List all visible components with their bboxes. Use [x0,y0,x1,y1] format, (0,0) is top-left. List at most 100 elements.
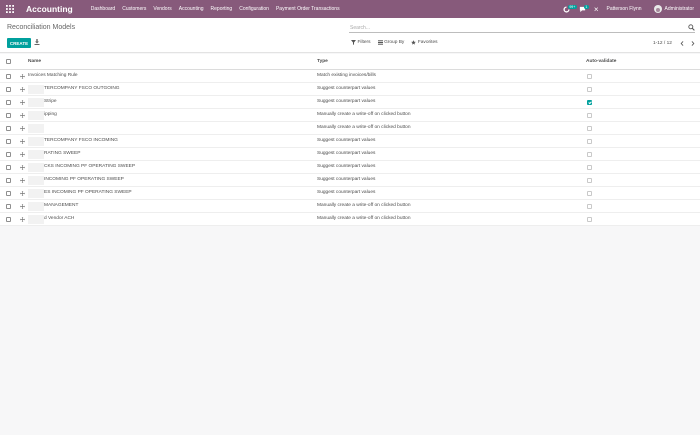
table-row[interactable]: MANAGEMENT Manually create a write-off on… [0,200,700,213]
chat-icon[interactable]: 99+ [562,0,577,18]
menu-customers[interactable]: Customers [122,6,146,12]
cell-type: Manually create a write-off on clicked b… [317,216,411,221]
row-select-checkbox[interactable] [6,152,11,157]
table-row[interactable]: RATING SWEEP Suggest counterpart values [0,148,700,161]
auto-validate-checkbox [587,217,592,222]
drag-handle-icon[interactable] [20,165,25,170]
drag-handle-icon[interactable] [20,126,25,131]
redacted-block [28,111,44,120]
row-select-checkbox[interactable] [6,217,11,222]
chat-badge: 99+ [567,5,577,9]
table-row[interactable]: INCOMING PF OPERATING SWEEP Suggest count… [0,174,700,187]
cell-name: Stripe [44,99,57,104]
search-input[interactable] [350,23,680,32]
table-row[interactable]: TERCOMPANY FSCO INCOMING Suggest counterp… [0,135,700,148]
drag-handle-icon[interactable] [20,204,25,209]
row-select-checkbox[interactable] [6,87,11,92]
column-header-type[interactable]: Type [317,59,328,64]
auto-validate-checkbox [587,139,592,144]
cell-name: TERCOMPANY FSCO OUTGOING [44,86,120,91]
redacted-block [28,98,44,107]
redacted-block [28,215,44,224]
user-menu[interactable]: Administrator [665,6,694,12]
table-row[interactable]: Stripe Suggest counterpart values [0,96,700,109]
pager-value[interactable]: 1-12 / 12 [653,41,672,46]
search-options: Filters Group By Favorites [351,40,445,45]
drag-handle-icon[interactable] [20,100,25,105]
pager: 1-12 / 12 [653,40,700,47]
favorites-button[interactable]: Favorites [411,40,438,45]
row-select-checkbox[interactable] [6,74,11,79]
activity-icon[interactable]: 1 [578,0,589,18]
redacted-block [28,176,44,185]
drag-handle-icon[interactable] [20,87,25,92]
company-switcher[interactable]: Patterson Flynn [607,6,642,12]
pager-next-button[interactable] [689,40,697,47]
row-select-checkbox[interactable] [6,113,11,118]
avatar[interactable] [653,5,662,13]
drag-handle-icon[interactable] [20,152,25,157]
redacted-block [28,85,44,94]
table-row[interactable]: Invoices Matching Rule Match existing inv… [0,70,700,83]
download-icon[interactable] [34,39,40,45]
menu-dashboard[interactable]: Dashboard [91,6,115,12]
drag-handle-icon[interactable] [20,74,25,79]
redacted-block [28,124,44,133]
close-icon[interactable]: × [594,5,599,14]
drag-handle-icon[interactable] [20,217,25,222]
table-row[interactable]: ES INCOMING PF OPERATING SWEEP Suggest co… [0,187,700,200]
filters-button[interactable]: Filters [351,40,371,45]
row-select-checkbox[interactable] [6,191,11,196]
menu-accounting[interactable]: Accounting [179,6,204,12]
drag-handle-icon[interactable] [20,113,25,118]
auto-validate-checkbox [587,87,592,92]
app-brand[interactable]: Accounting [26,4,73,14]
favorites-label: Favorites [417,40,438,45]
cell-name: TERCOMPANY FSCO INCOMING [44,138,118,143]
column-header-auto-validate[interactable]: Auto-validate [586,59,616,64]
page-title: Reconciliation Models [7,24,76,31]
top-navbar: Accounting Dashboard Customers Vendors A… [0,0,700,18]
drag-handle-icon[interactable] [20,139,25,144]
auto-validate-checkbox [587,165,592,170]
column-header-name[interactable]: Name [28,59,41,64]
search-icon[interactable] [688,24,695,31]
filters-label: Filters [357,40,371,45]
cell-name: d Vendor ACH [44,216,75,221]
drag-handle-icon[interactable] [20,178,25,183]
groupby-label: Group By [384,40,405,45]
table-row[interactable]: Manually create a write-off on clicked b… [0,122,700,135]
auto-validate-checkbox [587,152,592,157]
menu-vendors[interactable]: Vendors [153,6,171,12]
create-button[interactable]: CREATE [7,38,31,48]
table-row[interactable]: ipping Manually create a write-off on cli… [0,109,700,122]
row-select-checkbox[interactable] [6,178,11,183]
auto-validate-checkbox [587,126,592,131]
reconciliation-models-list: Name Type Auto-validate Invoices Matchin… [0,54,700,226]
redacted-block [28,150,44,159]
cell-name: INCOMING PF OPERATING SWEEP [44,177,124,182]
cell-type: Suggest counterpart values [317,164,376,169]
menu-reporting[interactable]: Reporting [211,6,233,12]
table-row[interactable]: TERCOMPANY FSCO OUTGOING Suggest counterp… [0,83,700,96]
table-row[interactable]: d Vendor ACH Manually create a write-off … [0,213,700,226]
pager-previous-button[interactable] [678,40,686,47]
control-panel: Reconciliation Models CREATE Filters Gro… [0,18,700,53]
row-select-checkbox[interactable] [6,100,11,105]
auto-validate-checkbox [587,74,592,79]
table-row[interactable]: CKS INCOMING PF OPERATING SWEEP Suggest c… [0,161,700,174]
groupby-button[interactable]: Group By [377,40,405,45]
row-select-checkbox[interactable] [6,165,11,170]
menu-configuration[interactable]: Configuration [239,6,269,12]
row-select-checkbox[interactable] [6,126,11,131]
select-all-checkbox[interactable] [6,59,11,64]
drag-handle-icon[interactable] [20,191,25,196]
menu-payment-order-transactions[interactable]: Payment Order Transactions [276,6,340,12]
cell-name: CKS INCOMING PF OPERATING SWEEP [44,164,136,169]
cell-type: Suggest counterpart values [317,99,376,104]
apps-grid-icon[interactable] [1,0,19,18]
cell-name: MANAGEMENT [44,203,79,208]
row-select-checkbox[interactable] [6,139,11,144]
cell-name: ipping [44,112,57,117]
row-select-checkbox[interactable] [6,204,11,209]
